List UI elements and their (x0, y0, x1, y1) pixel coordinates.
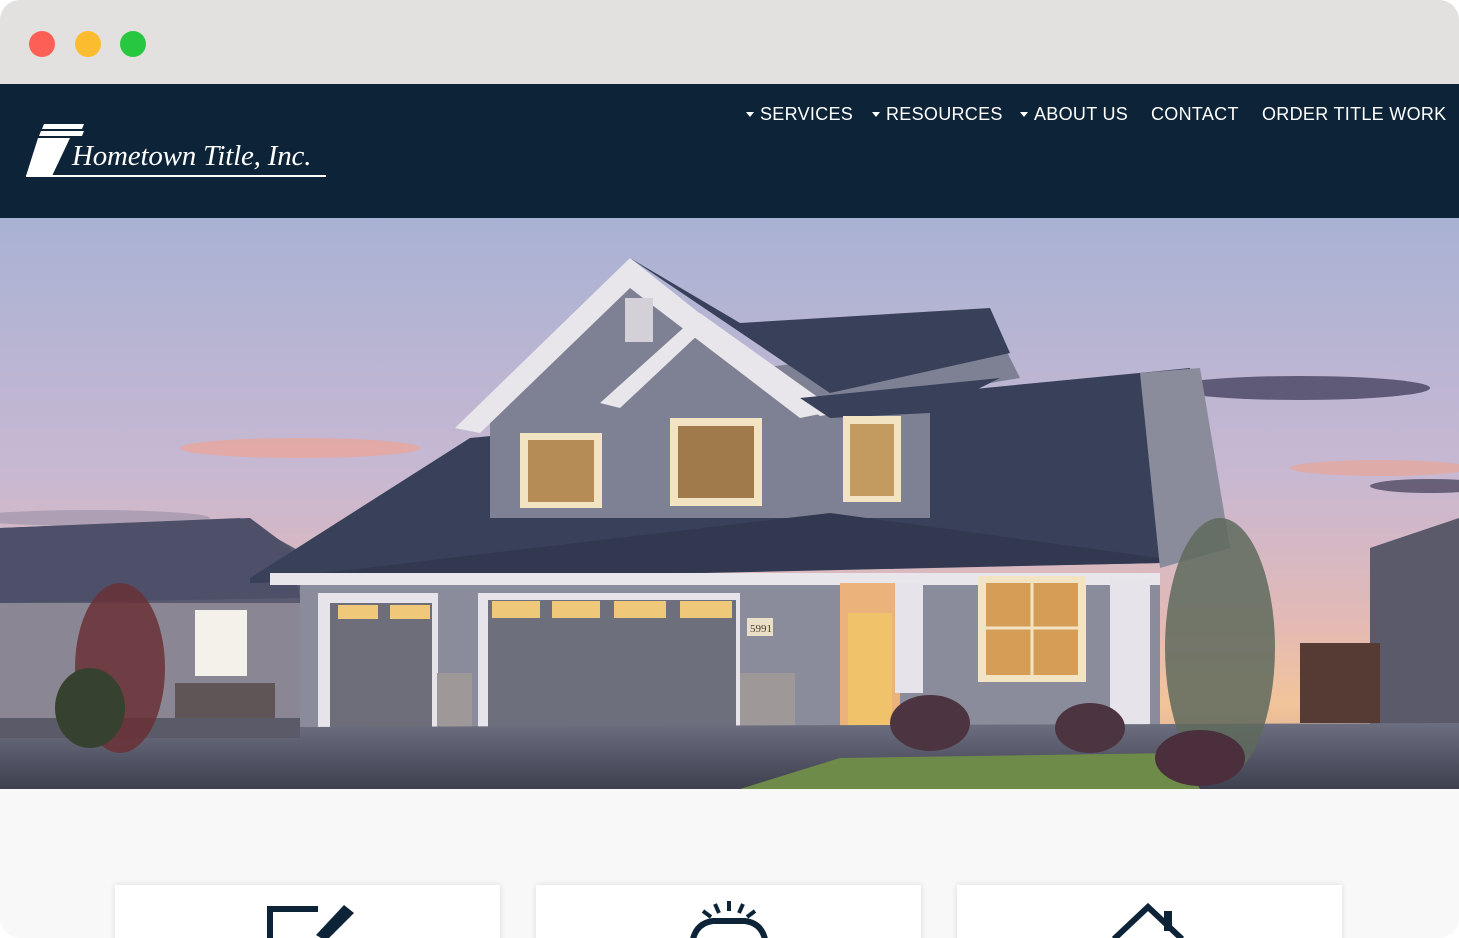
nav-item-resources[interactable]: RESOURCES (872, 104, 1003, 125)
service-card[interactable] (957, 885, 1342, 938)
house-photo-illustration: 5991 (0, 218, 1459, 789)
caret-down-icon (746, 112, 754, 117)
house-icon (1111, 902, 1184, 938)
house-number: 5991 (750, 623, 772, 635)
nav-item-services[interactable]: SERVICES (746, 104, 853, 125)
nav-item-label: CONTACT (1151, 104, 1239, 124)
minimize-window-button[interactable] (75, 31, 101, 57)
nav-item-label: RESOURCES (886, 104, 1003, 124)
service-card[interactable] (536, 885, 921, 938)
zoom-window-button[interactable] (120, 31, 146, 57)
nav-item-contact[interactable]: CONTACT (1151, 104, 1239, 125)
caret-down-icon (1020, 112, 1028, 117)
nav-item-label: ORDER TITLE WORK (1262, 104, 1447, 124)
service-card[interactable] (115, 885, 500, 938)
pen-signature-icon (266, 905, 354, 938)
company-name: Hometown Title, Inc. (72, 140, 312, 172)
window-titlebar (0, 0, 1459, 84)
logo-underline (26, 175, 326, 177)
nav-item-order-title-work[interactable]: ORDER TITLE WORK (1262, 104, 1446, 125)
services-section (0, 789, 1459, 938)
hero-image: 5991 (0, 218, 1459, 789)
caret-down-icon (872, 112, 880, 117)
handshake-icon (689, 901, 768, 938)
browser-window: Hometown Title, Inc. SERVICES RESOURCES … (0, 0, 1459, 938)
company-logo[interactable]: Hometown Title, Inc. (24, 120, 334, 184)
main-navigation: SERVICES RESOURCES ABOUT US CONTACT ORDE… (0, 104, 1459, 128)
close-window-button[interactable] (29, 31, 55, 57)
nav-item-about-us[interactable]: ABOUT US (1020, 104, 1128, 125)
nav-item-label: SERVICES (760, 104, 854, 124)
nav-item-label: ABOUT US (1034, 104, 1129, 124)
